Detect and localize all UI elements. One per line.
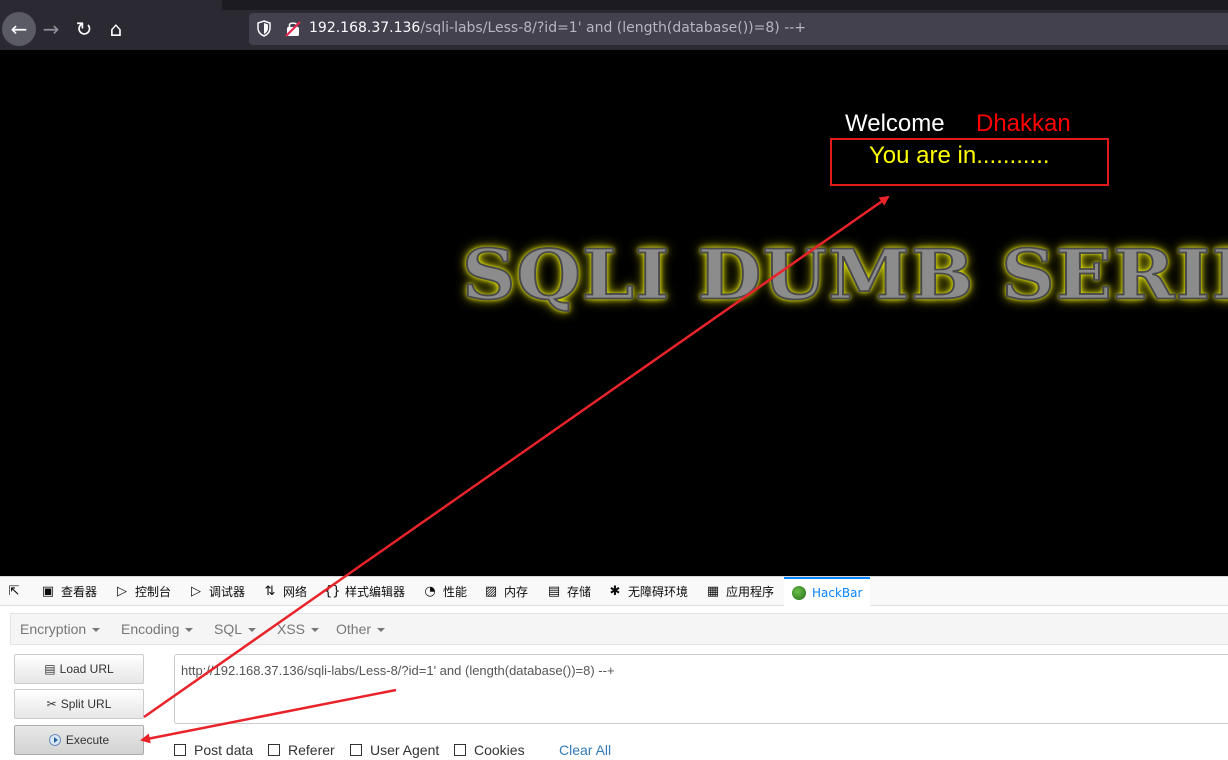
caret-down-icon (311, 628, 320, 633)
checkbox-label: Cookies (474, 742, 525, 758)
page-content: Welcome Dhakkan You are in........... SQ… (0, 50, 1228, 576)
console-icon: ▷ (117, 584, 127, 599)
url-path: /sqli-labs/Less-8/?id=1' and (length(dat… (420, 20, 807, 36)
checkbox-label: User Agent (370, 742, 440, 758)
browser-toolbar: ← → ↻ ⌂ 192.168.37.136/sqli-labs/Less-8/… (0, 0, 1228, 50)
tab-label: 查看器 (61, 585, 98, 599)
user-agent-checkbox[interactable]: User Agent (350, 742, 439, 758)
tab-accessibility[interactable]: ✱ 无障碍环境 (607, 577, 688, 606)
url-text[interactable]: 192.168.37.136/sqli-labs/Less-8/?id=1' a… (309, 20, 806, 36)
inspector-icon: ▣ (41, 584, 55, 599)
welcome-name: Dhakkan (976, 110, 1071, 137)
load-url-icon: ▤ (44, 662, 56, 676)
sqli-banner: SQLI DUMB SERIES (461, 235, 1228, 316)
checkbox-box[interactable] (174, 744, 186, 756)
welcome-text: Welcome (845, 110, 945, 137)
menu-encoding[interactable]: Encoding (121, 621, 194, 637)
tab-label: 内存 (504, 585, 529, 599)
play-icon (48, 734, 61, 746)
clear-all-link[interactable]: Clear All (559, 742, 611, 758)
insecure-lock-icon[interactable] (285, 20, 301, 37)
element-picker-button[interactable]: ⇱ (6, 577, 27, 606)
address-bar[interactable]: 192.168.37.136/sqli-labs/Less-8/?id=1' a… (249, 13, 1228, 45)
tab-label: 网络 (283, 585, 308, 599)
accessibility-icon: ✱ (609, 584, 621, 599)
menu-label: SQL (214, 621, 243, 637)
checkbox-label: Post data (194, 742, 254, 758)
tab-style-editor[interactable]: {} 样式编辑器 (324, 577, 405, 606)
shield-icon[interactable] (257, 20, 271, 37)
scissors-icon: ✂ (46, 697, 57, 711)
url-host: 192.168.37.136 (309, 20, 421, 36)
checkbox-box[interactable] (268, 744, 280, 756)
forward-button[interactable]: → (34, 12, 68, 46)
button-label: Split URL (60, 697, 112, 711)
tab-label: HackBar (812, 585, 863, 600)
tab-strip (222, 0, 1228, 10)
tab-label: 控制台 (135, 585, 172, 599)
tab-debugger[interactable]: ▷ 调试器 (188, 577, 245, 606)
reload-icon: ↻ (75, 17, 93, 41)
network-icon: ⇅ (264, 584, 276, 599)
status-message: You are in........... (869, 142, 1050, 169)
menu-label: Other (336, 621, 372, 637)
storage-icon: ▤ (547, 584, 561, 599)
caret-down-icon (248, 628, 257, 633)
reload-button[interactable]: ↻ (67, 12, 101, 46)
tab-label: 调试器 (209, 585, 246, 599)
style-editor-icon: {} (324, 584, 341, 599)
execute-button[interactable]: Execute (14, 725, 144, 755)
tab-label: 无障碍环境 (628, 585, 689, 599)
cookies-checkbox[interactable]: Cookies (454, 742, 525, 758)
home-button[interactable]: ⌂ (99, 12, 133, 46)
split-url-button[interactable]: ✂ Split URL (14, 689, 144, 719)
hackbar-logo-icon (792, 585, 806, 600)
picker-icon: ⇱ (8, 584, 20, 599)
menu-label: Encryption (20, 621, 87, 637)
menu-xss[interactable]: XSS (277, 621, 320, 637)
menu-encryption[interactable]: Encryption (20, 621, 101, 637)
arrow-left-icon: ← (10, 17, 28, 41)
button-label: Load URL (59, 662, 114, 676)
tab-application[interactable]: ▦ 应用程序 (705, 577, 774, 606)
hackbar-url-textarea[interactable]: http://192.168.37.136/sqli-labs/Less-8/?… (174, 654, 1228, 724)
caret-down-icon (92, 628, 101, 633)
post-data-checkbox[interactable]: Post data (174, 742, 253, 758)
tab-performance[interactable]: ◔ 性能 (422, 577, 467, 606)
tab-console[interactable]: ▷ 控制台 (114, 577, 171, 606)
menu-sql[interactable]: SQL (214, 621, 257, 637)
tab-storage[interactable]: ▤ 存储 (546, 577, 591, 606)
checkbox-box[interactable] (454, 744, 466, 756)
back-button[interactable]: ← (2, 12, 36, 46)
referer-checkbox[interactable]: Referer (268, 742, 335, 758)
menu-other[interactable]: Other (336, 621, 386, 637)
performance-icon: ◔ (424, 584, 436, 599)
menu-label: XSS (277, 621, 306, 637)
memory-icon: ▨ (484, 584, 498, 599)
debugger-icon: ▷ (191, 584, 201, 599)
devtools-tabbar: ⇱ ▣ 查看器 ▷ 控制台 ▷ 调试器 ⇅ 网络 {} 样式编辑器 ◔ 性能 ▨ 内存 ▤ 存储… (0, 577, 1228, 606)
application-icon: ▦ (706, 584, 720, 599)
tab-memory[interactable]: ▨ 内存 (483, 577, 528, 606)
checkbox-label: Referer (288, 742, 335, 758)
caret-down-icon (377, 628, 386, 633)
tab-inspector[interactable]: ▣ 查看器 (40, 577, 97, 606)
devtools-panel: ⇱ ▣ 查看器 ▷ 控制台 ▷ 调试器 ⇅ 网络 {} 样式编辑器 ◔ 性能 ▨ 内存 ▤ 存储… (0, 576, 1228, 760)
button-label: Execute (65, 733, 110, 747)
hackbar-menu: Encryption Encoding SQL XSS Other (10, 613, 1228, 645)
checkbox-box[interactable] (350, 744, 362, 756)
tab-label: 应用程序 (726, 585, 775, 599)
tab-label: 性能 (443, 585, 468, 599)
load-url-button[interactable]: ▤ Load URL (14, 654, 144, 684)
tab-label: 存储 (567, 585, 592, 599)
caret-down-icon (185, 628, 194, 633)
tab-hackbar[interactable]: HackBar (784, 577, 871, 606)
tab-label: 样式编辑器 (345, 585, 406, 599)
arrow-right-icon: → (42, 17, 60, 41)
menu-label: Encoding (121, 621, 180, 637)
home-icon: ⌂ (109, 17, 123, 41)
tab-network[interactable]: ⇅ 网络 (262, 577, 307, 606)
